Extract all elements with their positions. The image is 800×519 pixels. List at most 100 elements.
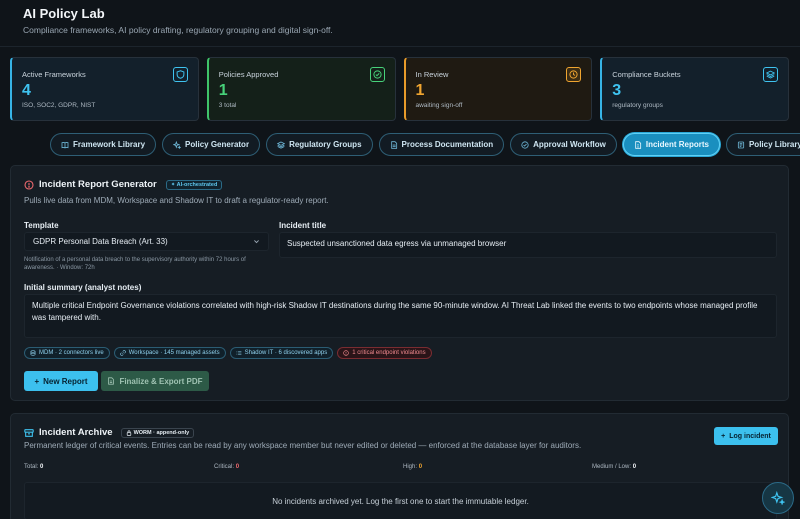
tab-incident-reports[interactable]: Incident Reports xyxy=(622,133,720,156)
archive-header: Incident Archive WORM · append-only xyxy=(24,427,195,438)
file-alert-icon xyxy=(635,140,641,149)
tab-bar: Framework Library Policy Generator Regul… xyxy=(50,133,800,156)
plus-icon: + xyxy=(721,432,726,440)
tab-process-documentation[interactable]: Process Documentation xyxy=(378,133,505,156)
assistant-fab[interactable] xyxy=(762,482,794,514)
chip-label: MDM · 2 connectors live xyxy=(39,350,104,356)
stat-label: Policies Approved xyxy=(218,70,279,79)
stat-sub: awaiting sign-off xyxy=(415,102,463,109)
chip-label: Shadow IT · 6 discovered apps xyxy=(244,350,328,356)
stat-card-compliance-buckets: Compliance Buckets 3 regulatory groups xyxy=(600,57,789,121)
incident-archive-panel: Incident Archive WORM · append-only Perm… xyxy=(10,413,789,519)
stat-label: In Review xyxy=(415,70,449,79)
tab-label: Incident Reports xyxy=(645,140,709,149)
incident-report-generator-panel: Incident Report Generator ✦ AI-orchestra… xyxy=(10,165,789,401)
chip-shadow-it: Shadow IT · 6 discovered apps xyxy=(229,347,334,359)
sparkles-icon xyxy=(173,140,182,149)
worm-badge: WORM · append-only xyxy=(120,427,195,438)
stat-critical: Critical: 0 xyxy=(214,464,240,470)
sparkles-icon: ✦ xyxy=(170,181,176,188)
new-report-button[interactable]: + New Report xyxy=(24,371,98,391)
shield-icon xyxy=(172,67,188,82)
tab-label: Policy Generator xyxy=(185,140,250,149)
stat-high: High: 0 xyxy=(403,464,423,470)
stat-medium-low: Medium / Low: 0 xyxy=(592,464,637,470)
template-hint: Notification of a personal data breach t… xyxy=(24,257,246,271)
button-label: Finalize & Export PDF xyxy=(119,376,203,386)
stats-cards: Active Frameworks 4 ISO, SOC2, GDPR, NIS… xyxy=(10,57,789,121)
tab-regulatory-groups[interactable]: Regulatory Groups xyxy=(266,133,373,156)
layers-icon xyxy=(763,67,778,82)
badge-label: AI-orchestrated xyxy=(176,181,218,188)
stat-value: 4 xyxy=(22,82,31,99)
archive-icon xyxy=(24,428,34,437)
template-label: Template xyxy=(24,221,59,230)
stat-critical-value: 0 xyxy=(235,464,240,470)
source-chips: MDM · 2 connectors live Workspace · 145 … xyxy=(24,347,432,359)
alert-circle-icon xyxy=(24,179,34,190)
archive-empty-state: No incidents archived yet. Log the first… xyxy=(24,482,777,519)
stat-value: 3 xyxy=(612,82,622,99)
incident-title-input[interactable]: Suspected unsanctioned data egress via u… xyxy=(279,232,777,258)
stat-label: Active Frameworks xyxy=(22,70,86,79)
template-selected-value: GDPR Personal Data Breach (Art. 33) xyxy=(33,237,168,246)
template-select[interactable]: GDPR Personal Data Breach (Art. 33) xyxy=(24,232,269,251)
stat-sub: regulatory groups xyxy=(612,102,663,109)
library-icon xyxy=(737,141,745,148)
tab-label: Framework Library xyxy=(73,140,146,149)
tab-policy-generator[interactable]: Policy Generator xyxy=(162,133,261,156)
tab-policy-library[interactable]: Policy Library xyxy=(725,133,800,156)
database-icon xyxy=(30,350,36,356)
summary-label: Initial summary (analyst notes) xyxy=(24,283,142,292)
stat-total-value: 0 xyxy=(40,464,44,470)
panel-header: Incident Report Generator ✦ AI-orchestra… xyxy=(24,179,223,190)
document-icon xyxy=(390,140,397,149)
check-circle-icon xyxy=(521,140,529,149)
page-subtitle: Compliance frameworks, AI policy draftin… xyxy=(23,25,333,35)
chip-mdm: MDM · 2 connectors live xyxy=(24,347,110,359)
sparkles-icon xyxy=(771,491,785,505)
page-title: AI Policy Lab xyxy=(23,6,105,21)
stat-label: Compliance Buckets xyxy=(612,70,681,79)
tab-label: Policy Library xyxy=(748,140,800,149)
chip-workspace: Workspace · 145 managed assets xyxy=(113,347,226,359)
ai-orchestrated-badge: ✦ AI-orchestrated xyxy=(165,179,223,190)
stat-high-value: 0 xyxy=(418,464,423,470)
book-icon xyxy=(61,141,69,149)
chip-label: Workspace · 145 managed assets xyxy=(128,350,220,356)
summary-textarea[interactable]: Multiple critical Endpoint Governance vi… xyxy=(24,294,777,338)
list-icon xyxy=(236,351,242,355)
tab-approval-workflow[interactable]: Approval Workflow xyxy=(510,133,617,156)
page-header: AI Policy Lab Compliance frameworks, AI … xyxy=(23,6,333,35)
tab-label: Approval Workflow xyxy=(533,140,606,149)
chip-label: 1 critical endpoint violations xyxy=(352,350,426,356)
stat-value: 1 xyxy=(415,82,425,99)
badge-label: WORM · append-only xyxy=(133,429,190,436)
panel-title: Incident Report Generator xyxy=(39,179,157,190)
archive-title: Incident Archive xyxy=(39,427,113,438)
tab-framework-library[interactable]: Framework Library xyxy=(50,133,157,156)
plus-icon: + xyxy=(34,376,40,386)
chevron-down-icon xyxy=(254,240,259,244)
stat-card-in-review: In Review 1 awaiting sign-off xyxy=(403,57,593,121)
button-label: Log incident xyxy=(729,432,771,440)
check-circle-icon xyxy=(369,67,385,82)
finalize-export-pdf-button[interactable]: Finalize & Export PDF xyxy=(101,371,209,391)
layers-icon xyxy=(277,141,286,149)
archive-description: Permanent ledger of critical events. Ent… xyxy=(24,441,582,450)
archive-stats: Total: 0 Critical: 0 High: 0 Medium / Lo… xyxy=(24,464,774,474)
clock-icon xyxy=(566,67,582,82)
chip-critical-violations: 1 critical endpoint violations xyxy=(337,347,432,359)
header-divider xyxy=(0,46,800,47)
stat-card-active-frameworks: Active Frameworks 4 ISO, SOC2, GDPR, NIS… xyxy=(10,57,199,121)
stat-value: 1 xyxy=(218,82,228,99)
stat-total: Total: 0 xyxy=(24,464,44,470)
stat-card-policies-approved: Policies Approved 1 3 total xyxy=(206,57,396,121)
document-icon xyxy=(108,377,115,385)
stat-sub: ISO, SOC2, GDPR, NIST xyxy=(22,102,96,109)
panel-description: Pulls live data from MDM, Workspace and … xyxy=(24,196,329,205)
button-label: New Report xyxy=(43,376,88,386)
tab-label: Process Documentation xyxy=(401,140,494,149)
lock-icon xyxy=(126,429,131,436)
log-incident-button[interactable]: + Log incident xyxy=(714,427,778,445)
